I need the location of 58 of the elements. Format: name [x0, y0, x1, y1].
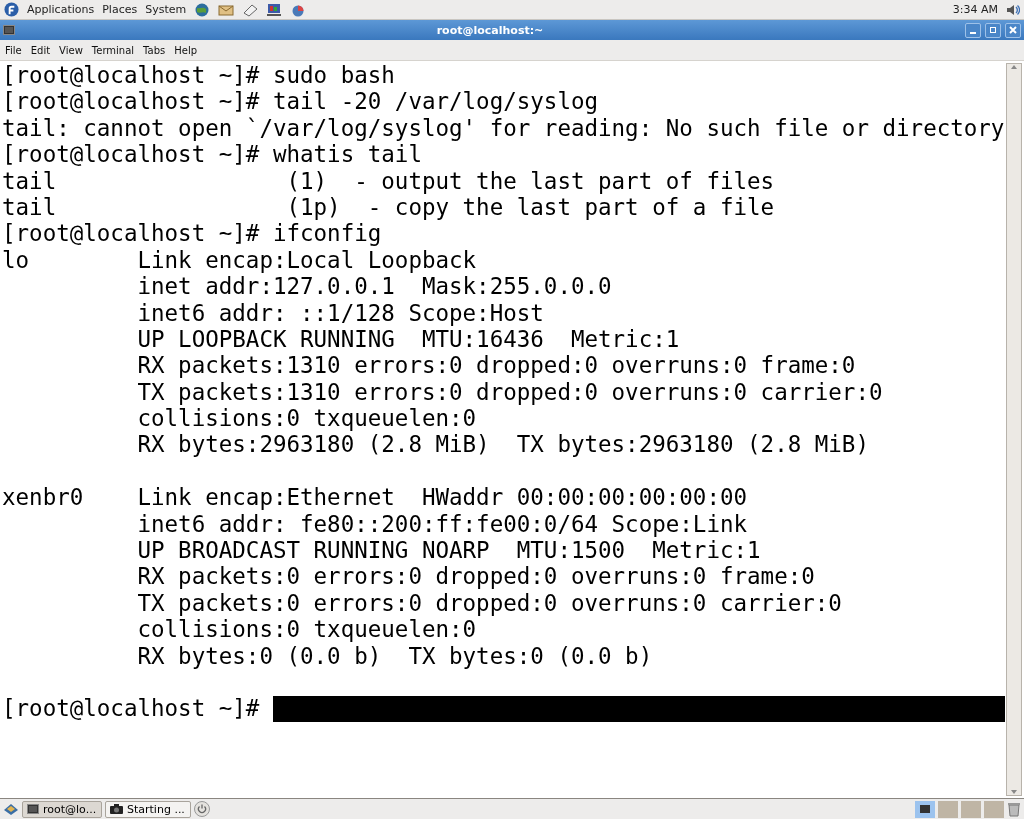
terminal-line: tail (1) - output the last part of files [2, 167, 776, 194]
terminal-line: inet6 addr: fe80::200:ff:fe00:0/64 Scope:Link [136, 510, 749, 538]
terminal-line: RX bytes:0 (0.0 b) TX bytes:0 (0.0 b) [136, 642, 654, 669]
terminal-icon [27, 804, 39, 814]
panel-menu[interactable]: Places [102, 3, 138, 16]
terminal-line: [root@localhost ~]# sudo bash [2, 62, 396, 89]
maximize-button[interactable] [985, 22, 1001, 38]
taskbar-button[interactable]: Starting ... [105, 800, 191, 818]
fedora-logo-icon[interactable] [4, 2, 19, 17]
terminal-line: UP BROADCAST RUNNING NOARP MTU:1500 Metric:1 [136, 537, 762, 564]
globe-icon[interactable] [194, 2, 211, 17]
terminal-line: collisions:0 txqueuelen:0 [136, 616, 478, 643]
minimize-button[interactable] [965, 22, 981, 38]
close-icon [1009, 26, 1017, 34]
show-desktop-icon[interactable] [3, 802, 19, 816]
terminal-line: [root@localhost ~]# whatis tail [2, 141, 423, 168]
terminal-icon [3, 25, 15, 35]
terminal-line: TX packets:0 errors:0 dropped:0 overruns:0 carrier:0 [136, 589, 843, 617]
window-thumbnail-icon [920, 805, 930, 813]
menu-item[interactable]: Help [174, 44, 198, 56]
maximize-icon [989, 26, 997, 34]
terminal-line: TX packets:1310 errors:0 dropped:0 overruns:0 carrier:0 [136, 378, 884, 406]
menu-item[interactable]: File [5, 44, 22, 56]
document-icon[interactable] [242, 2, 259, 17]
presentation-icon[interactable] [266, 2, 283, 17]
menu-item[interactable]: Terminal [91, 44, 135, 56]
panel-menu[interactable]: Applications [27, 3, 95, 16]
taskbar-button[interactable]: root@lo... [22, 800, 102, 818]
menu-item[interactable]: Edit [30, 44, 51, 56]
terminal-line: UP LOOPBACK RUNNING MTU:16436 Metric:1 [136, 325, 681, 353]
trash-icon[interactable] [1007, 801, 1021, 817]
terminal-line: inet addr:127.0.0.1 Mask:255.0.0.0 [136, 273, 613, 300]
terminal-line: tail (1p) - copy the last part of a file [2, 193, 776, 221]
terminal-line: inet6 addr: ::1/128 Scope:Host [136, 299, 545, 326]
mail-icon[interactable] [218, 2, 235, 17]
terminal-line: RX bytes:2963180 (2.8 MiB) TX bytes:2963180 (2.8 MiB) [136, 431, 870, 458]
window-title: root@localhost:~ [435, 23, 545, 37]
speaker-icon[interactable] [1006, 2, 1020, 17]
terminal-line: tail: cannot open `/var/log/syslog' for reading: No such file or directory [2, 114, 1006, 142]
scroll-up-icon[interactable] [1010, 64, 1018, 70]
terminal-line: lo Link encap:Local Loopback [2, 246, 478, 274]
camera-icon [110, 804, 123, 814]
panel-menu[interactable]: System [145, 3, 187, 16]
terminal-line: [root@localhost ~]# tail -20 /var/log/syslog [2, 88, 600, 115]
close-button[interactable] [1005, 22, 1021, 38]
terminal-line: RX packets:0 errors:0 dropped:0 overruns:0 frame:0 [136, 563, 816, 590]
terminal-line: RX packets:1310 errors:0 dropped:0 overruns:0 frame:0 [136, 352, 857, 379]
menu-item[interactable]: View [59, 44, 83, 56]
menu-item[interactable]: Tabs [143, 44, 166, 56]
terminal-line: [root@localhost ~]# ifconfig [2, 220, 383, 247]
scroll-down-icon[interactable] [1010, 789, 1018, 795]
terminal-line: xenbr0 Link encap:Ethernet HWaddr 00:00:00:00:00:00 [2, 484, 749, 511]
power-icon[interactable] [194, 801, 210, 817]
workspace-button[interactable] [915, 800, 935, 818]
scrollbar[interactable] [1006, 63, 1022, 796]
terminal-line: collisions:0 txqueuelen:0 [136, 405, 478, 432]
clock[interactable]: 3:34 AM [952, 3, 998, 16]
terminal-prompt: [root@localhost ~]# [2, 695, 261, 722]
